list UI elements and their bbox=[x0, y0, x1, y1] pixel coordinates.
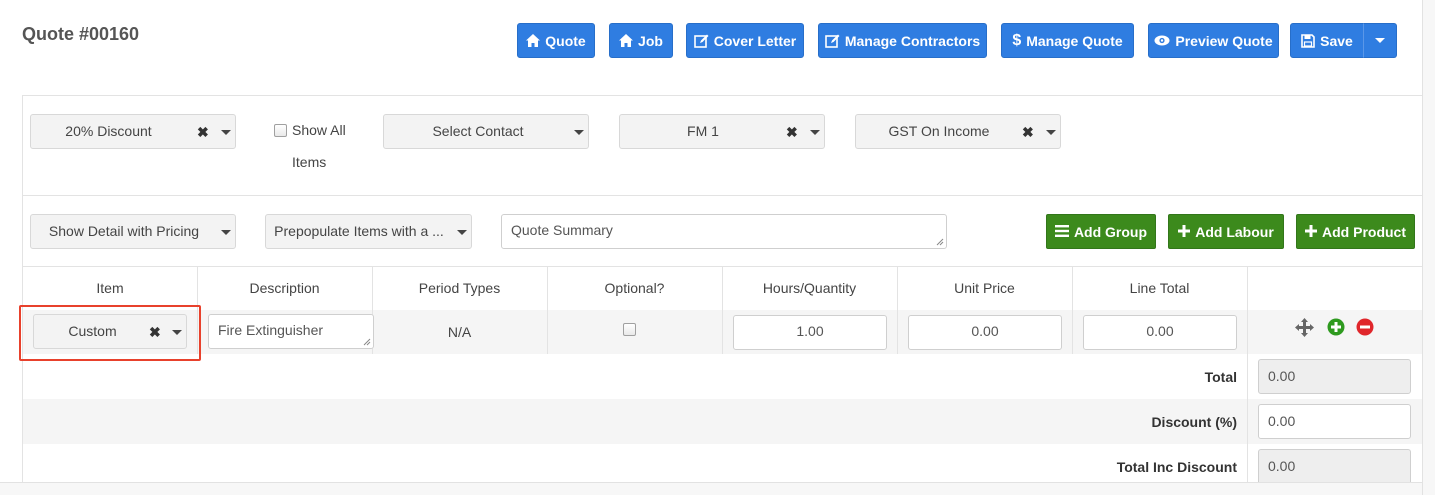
optional-checkbox[interactable] bbox=[623, 323, 636, 336]
home-icon bbox=[619, 34, 634, 47]
prepopulate-select[interactable]: Prepopulate Items with a ... bbox=[265, 214, 472, 249]
period-type-value: N/A bbox=[447, 324, 472, 340]
column-header-hours-quantity: Hours/Quantity bbox=[762, 280, 857, 296]
description-value: Fire Extinguisher bbox=[218, 322, 324, 338]
column-header-description: Description bbox=[249, 280, 320, 296]
caret-down-icon bbox=[221, 230, 231, 235]
job-button-label: Job bbox=[638, 32, 663, 49]
page-title: Quote #00160 bbox=[22, 24, 140, 44]
add-labour-button[interactable]: Add Labour bbox=[1168, 214, 1284, 249]
show-all-items-label-2: Items bbox=[292, 154, 327, 170]
plus-circle-icon[interactable] bbox=[1327, 318, 1345, 339]
manage-quote-label: Manage Quote bbox=[1026, 32, 1123, 49]
save-label: Save bbox=[1320, 32, 1353, 49]
description-input[interactable]: Fire Extinguisher bbox=[208, 314, 374, 349]
minus-circle-icon[interactable] bbox=[1356, 318, 1374, 339]
quantity-input[interactable]: 1.00 bbox=[733, 315, 887, 350]
caret-down-icon bbox=[1375, 38, 1385, 43]
preview-quote-label: Preview Quote bbox=[1175, 32, 1273, 49]
quote-summary-placeholder: Quote Summary bbox=[511, 222, 613, 238]
job-button[interactable]: Job bbox=[609, 23, 673, 58]
caret-down-icon bbox=[221, 130, 231, 135]
fm-select-value: FM 1 bbox=[687, 123, 719, 139]
edit-icon bbox=[825, 34, 840, 48]
add-labour-label: Add Labour bbox=[1195, 223, 1274, 240]
floppy-icon bbox=[1301, 33, 1315, 48]
edit-icon bbox=[693, 34, 709, 48]
column-divider bbox=[1247, 266, 1248, 482]
line-total-input[interactable]: 0.00 bbox=[1083, 315, 1237, 350]
manage-contractors-button[interactable]: Manage Contractors bbox=[818, 23, 987, 58]
contact-select[interactable]: Select Contact bbox=[383, 114, 589, 149]
discount-select[interactable]: 20% Discount ✖ bbox=[30, 114, 236, 149]
resize-handle-icon[interactable] bbox=[362, 337, 371, 346]
caret-down-icon bbox=[1046, 130, 1056, 135]
resize-handle-icon[interactable] bbox=[935, 237, 944, 246]
cover-letter-button[interactable]: Cover Letter bbox=[686, 23, 804, 58]
total-label: Total bbox=[1204, 369, 1237, 385]
vertical-scrollbar[interactable] bbox=[1422, 0, 1435, 495]
manage-quote-button[interactable]: $ Manage Quote bbox=[1001, 23, 1134, 58]
total-inc-discount-label: Total Inc Discount bbox=[1116, 459, 1237, 475]
add-product-label: Add Product bbox=[1322, 223, 1406, 240]
clear-x-icon[interactable]: ✖ bbox=[1022, 124, 1034, 141]
show-all-items-checkbox[interactable] bbox=[274, 124, 287, 137]
caret-down-icon bbox=[810, 130, 820, 135]
clear-x-icon[interactable]: ✖ bbox=[786, 124, 798, 141]
total-field: 0.00 bbox=[1258, 359, 1411, 394]
plus-icon bbox=[1305, 224, 1317, 240]
discount-select-value: 20% Discount bbox=[65, 123, 152, 139]
add-group-label: Add Group bbox=[1073, 223, 1148, 240]
column-header-item: Item bbox=[96, 280, 124, 296]
caret-down-icon bbox=[457, 230, 467, 235]
prepopulate-value: Prepopulate Items with a ... bbox=[274, 223, 444, 239]
show-all-items-label: Show All bbox=[292, 122, 346, 138]
column-header-unit-price: Unit Price bbox=[954, 280, 1015, 296]
add-group-button[interactable]: Add Group bbox=[1046, 214, 1156, 249]
eye-icon bbox=[1154, 35, 1170, 46]
column-header-optional: Optional? bbox=[604, 280, 665, 296]
move-icon[interactable] bbox=[1295, 318, 1314, 340]
column-header-line-total: Line Total bbox=[1129, 280, 1190, 296]
clear-x-icon[interactable]: ✖ bbox=[197, 124, 209, 141]
caret-down-icon bbox=[574, 130, 584, 135]
discount-percent-input[interactable]: 0.00 bbox=[1258, 404, 1411, 439]
total-inc-discount-field: 0.00 bbox=[1258, 449, 1411, 482]
horizontal-scrollbar[interactable] bbox=[0, 482, 1422, 495]
save-dropdown-toggle[interactable] bbox=[1363, 23, 1397, 58]
home-icon bbox=[526, 34, 541, 47]
quote-button[interactable]: Quote bbox=[517, 23, 595, 58]
contact-select-placeholder: Select Contact bbox=[432, 123, 524, 139]
dollar-icon: $ bbox=[1012, 31, 1022, 49]
list-icon bbox=[1054, 224, 1069, 240]
quote-summary-textarea[interactable]: Quote Summary bbox=[501, 214, 947, 249]
detail-mode-value: Show Detail with Pricing bbox=[48, 223, 200, 239]
plus-icon bbox=[1178, 224, 1191, 240]
quote-page: Quote #00160 Quote Job Cover Letter Mana… bbox=[0, 0, 1422, 482]
column-header-period-types: Period Types bbox=[418, 280, 501, 296]
unit-price-input[interactable]: 0.00 bbox=[908, 315, 1062, 350]
divider bbox=[23, 195, 1422, 196]
cover-letter-label: Cover Letter bbox=[713, 32, 797, 49]
add-product-button[interactable]: Add Product bbox=[1296, 214, 1415, 249]
preview-quote-button[interactable]: Preview Quote bbox=[1148, 23, 1279, 58]
detail-mode-select[interactable]: Show Detail with Pricing bbox=[30, 214, 236, 249]
save-button[interactable]: Save bbox=[1290, 23, 1364, 58]
discount-percent-label: Discount (%) bbox=[1151, 414, 1237, 430]
item-highlight-box bbox=[19, 305, 201, 361]
manage-contractors-label: Manage Contractors bbox=[844, 32, 981, 49]
tax-select-value: GST On Income bbox=[888, 123, 990, 139]
tax-select[interactable]: GST On Income ✖ bbox=[855, 114, 1061, 149]
fm-select[interactable]: FM 1 ✖ bbox=[619, 114, 825, 149]
quote-button-label: Quote bbox=[545, 32, 586, 49]
